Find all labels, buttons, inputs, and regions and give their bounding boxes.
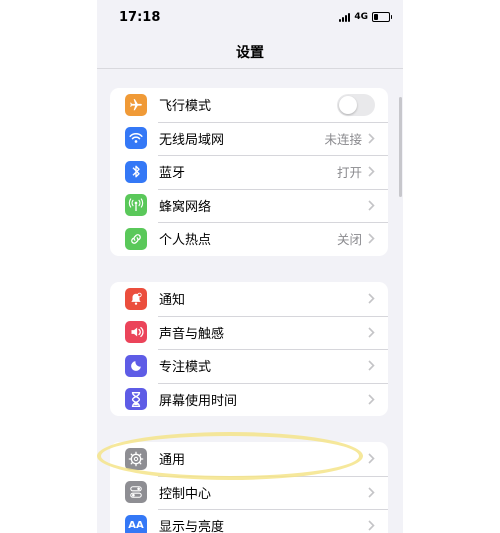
settings-row-sounds[interactable]: 声音与触感 bbox=[110, 315, 388, 350]
wifi-icon bbox=[125, 127, 147, 150]
settings-group-general: 通用 控制中心 AA 显示与亮度 bbox=[110, 442, 388, 533]
page-title: 设置 bbox=[236, 45, 264, 61]
settings-row-bluetooth[interactable]: 蓝牙 打开 bbox=[110, 155, 388, 189]
settings-row-label: 无线局域网 bbox=[159, 132, 225, 148]
antenna-icon bbox=[125, 194, 147, 217]
settings-row-label: 个人热点 bbox=[159, 233, 212, 249]
chevron-right-icon bbox=[368, 487, 375, 498]
settings-row-notifications[interactable]: 通知 bbox=[110, 282, 388, 316]
switches-icon bbox=[125, 481, 147, 504]
chevron-right-icon bbox=[368, 453, 375, 464]
status-bar: 17:18 4G bbox=[97, 0, 403, 36]
settings-row-label: 控制中心 bbox=[159, 486, 212, 502]
battery-icon bbox=[372, 12, 392, 22]
bluetooth-icon bbox=[125, 160, 147, 183]
settings-row-label: 专注模式 bbox=[159, 360, 212, 376]
hotspot-status-value: 关闭 bbox=[336, 232, 362, 248]
settings-row-wifi[interactable]: 无线局域网 未连接 bbox=[110, 121, 388, 156]
settings-row-label: 蓝牙 bbox=[159, 166, 186, 182]
chevron-right-icon bbox=[368, 327, 375, 338]
text-size-icon: AA bbox=[125, 514, 147, 533]
settings-group-notifications: 通知 声音与触感 专注模式 屏幕使用时间 bbox=[110, 282, 388, 416]
settings-row-focus[interactable]: 专注模式 bbox=[110, 349, 388, 383]
chevron-right-icon bbox=[368, 233, 375, 244]
network-type: 4G bbox=[354, 12, 368, 22]
settings-row-display[interactable]: AA 显示与亮度 bbox=[110, 509, 388, 533]
settings-row-label: 屏幕使用时间 bbox=[159, 393, 238, 409]
chevron-right-icon bbox=[368, 520, 375, 531]
settings-row-cellular[interactable]: 蜂窝网络 bbox=[110, 188, 388, 223]
chevron-right-icon bbox=[368, 394, 375, 405]
status-indicators: 4G bbox=[339, 12, 392, 22]
moon-icon bbox=[125, 354, 147, 377]
bluetooth-status-value: 打开 bbox=[336, 165, 362, 181]
chevron-right-icon bbox=[368, 166, 375, 177]
settings-row-control-center[interactable]: 控制中心 bbox=[110, 475, 388, 510]
chevron-right-icon bbox=[368, 133, 375, 144]
settings-row-label: 飞行模式 bbox=[159, 99, 212, 115]
settings-row-label: 通知 bbox=[159, 293, 186, 309]
settings-row-label: 显示与亮度 bbox=[159, 520, 225, 533]
speaker-icon bbox=[125, 321, 147, 344]
settings-row-airplane[interactable]: 飞行模式 bbox=[110, 88, 388, 122]
header-divider bbox=[97, 68, 403, 69]
airplane-icon bbox=[125, 93, 147, 116]
phone-screen: 17:18 4G 设置 飞行模式 无线局域网 未连接 蓝牙 打开 蜂窝网络 个人… bbox=[97, 0, 403, 533]
chevron-right-icon bbox=[368, 200, 375, 211]
hourglass-icon bbox=[125, 388, 147, 411]
settings-row-general[interactable]: 通用 bbox=[110, 442, 388, 476]
settings-row-hotspot[interactable]: 个人热点 关闭 bbox=[110, 222, 388, 256]
hotspot-icon bbox=[125, 227, 147, 250]
settings-row-label: 通用 bbox=[159, 453, 186, 469]
settings-row-label: 声音与触感 bbox=[159, 326, 225, 342]
status-time: 17:18 bbox=[119, 10, 161, 25]
airplane-mode-toggle[interactable] bbox=[337, 93, 375, 116]
settings-group-connectivity: 飞行模式 无线局域网 未连接 蓝牙 打开 蜂窝网络 个人热点 关闭 bbox=[110, 88, 388, 256]
settings-row-label: 蜂窝网络 bbox=[159, 199, 212, 215]
chevron-right-icon bbox=[368, 293, 375, 304]
gear-icon bbox=[125, 447, 147, 470]
chevron-right-icon bbox=[368, 360, 375, 371]
bell-badge-icon bbox=[125, 287, 147, 310]
toggle-knob bbox=[339, 95, 357, 114]
scroll-indicator[interactable] bbox=[399, 97, 402, 197]
signal-icon bbox=[339, 12, 351, 22]
wifi-status-value: 未连接 bbox=[324, 131, 362, 147]
settings-row-screentime[interactable]: 屏幕使用时间 bbox=[110, 382, 388, 417]
